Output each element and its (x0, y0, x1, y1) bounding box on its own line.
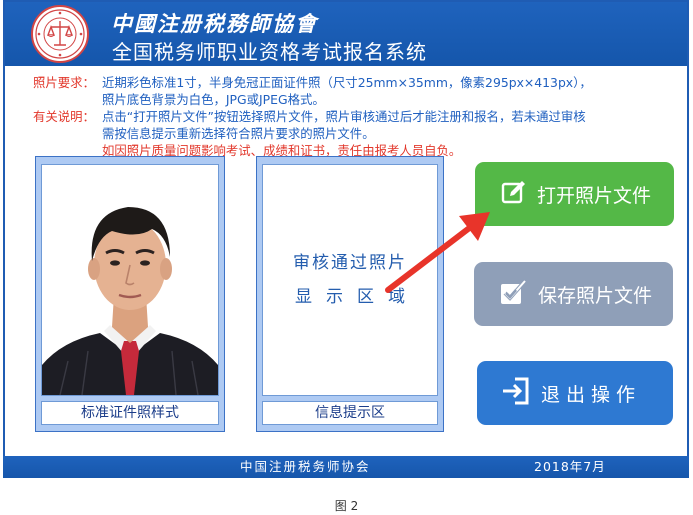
photo-requirement-row: 照片要求： 近期彩色标准1寸，半身免冠正面证件照（尺寸25mm×35mm，像素2… (33, 74, 683, 91)
info-prompt-area: 信息提示区 (262, 401, 438, 425)
sample-photo-panel: 标准证件照样式 (35, 156, 225, 432)
photo-requirement-text-2: 照片底色背景为白色，JPG或JPEG格式。 (102, 92, 325, 107)
instructions-block: 照片要求： 近期彩色标准1寸，半身免冠正面证件照（尺寸25mm×35mm，像素2… (33, 74, 683, 159)
explanation-row: 有关说明： 点击“打开照片文件”按钮选择照片文件，照片审核通过后才能注册和报名，… (33, 108, 683, 125)
verified-photo-panel: 审核通过照片 显示区域 信息提示区 (256, 156, 444, 432)
open-photo-file-label: 打开照片文件 (537, 184, 652, 207)
verified-photo-display-area: 审核通过照片 显示区域 (262, 164, 438, 396)
footer-org-name: 中国注册税务师协会 (240, 459, 371, 474)
edit-icon (501, 179, 527, 210)
exit-door-icon (501, 376, 531, 411)
sample-photo-caption: 标准证件照样式 (41, 401, 219, 425)
exit-label: 退出操作 (541, 383, 642, 406)
footer-bar: 中国注册税务师协会 2018年7月 (3, 456, 689, 478)
sample-id-photo (41, 164, 219, 396)
explanation-text-2: 需按信息提示重新选择符合照片要求的照片文件。 (102, 126, 375, 141)
footer-date: 2018年7月 (534, 459, 606, 474)
save-photo-file-label: 保存照片文件 (538, 284, 653, 307)
exit-button[interactable]: 退出操作 (477, 361, 673, 425)
photo-requirement-text: 近期彩色标准1寸，半身免冠正面证件照（尺寸25mm×35mm，像素295px×4… (102, 75, 592, 90)
photo-requirement-label: 照片要求： (33, 75, 95, 90)
association-seal-logo (31, 5, 89, 63)
verified-photo-placeholder-line1: 审核通过照片 (293, 253, 407, 273)
explanation-text: 点击“打开照片文件”按钮选择照片文件，照片审核通过后才能注册和报名，若未通过审核 (102, 109, 586, 124)
header-banner: 中國注册税務師協會 全国税务师职业资格考试报名系统 (5, 2, 687, 66)
checkbox-save-icon (498, 277, 528, 312)
verified-photo-placeholder-line2: 显示区域 (295, 287, 419, 307)
system-title: 全国税务师职业资格考试报名系统 (112, 40, 427, 64)
figure-caption: 图 2 (334, 499, 359, 513)
save-photo-file-button[interactable]: 保存照片文件 (474, 262, 673, 326)
org-name-title: 中國注册税務師協會 (111, 11, 318, 36)
open-photo-file-button[interactable]: 打开照片文件 (475, 162, 674, 226)
explanation-label: 有关说明： (33, 109, 95, 124)
